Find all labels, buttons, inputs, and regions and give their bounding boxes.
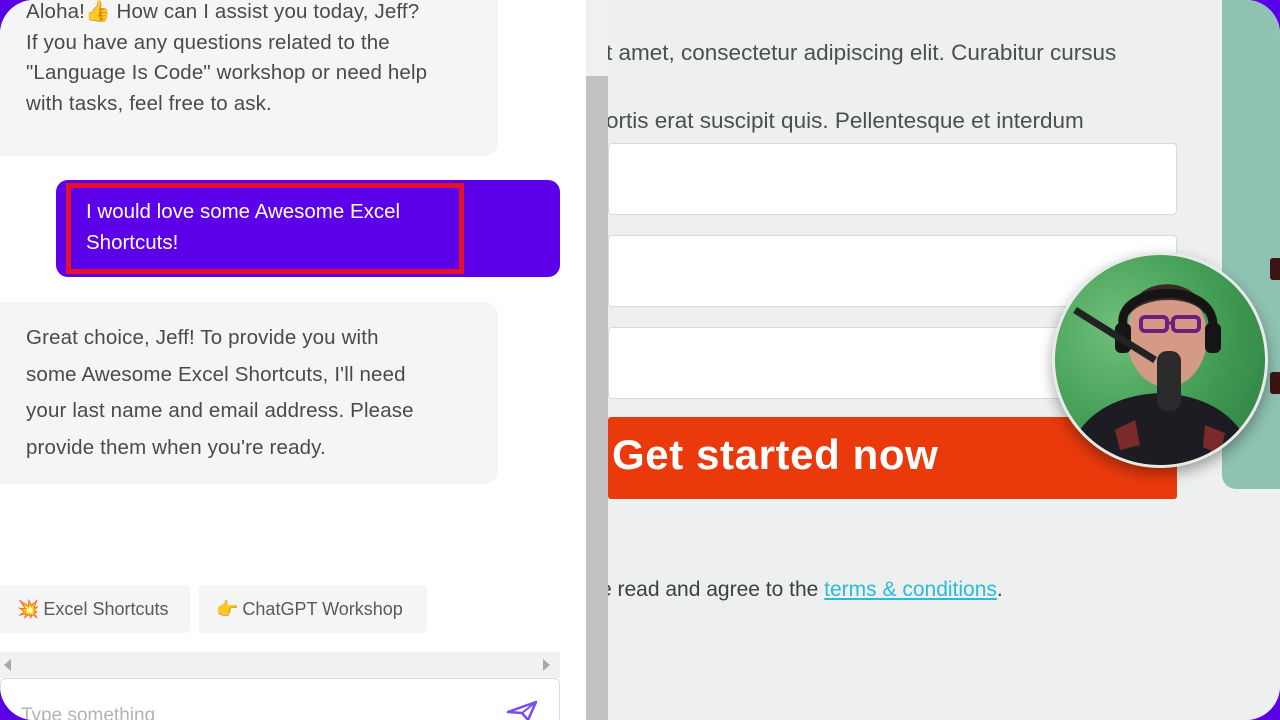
side-mark bbox=[1270, 372, 1280, 394]
scroll-left-icon[interactable] bbox=[4, 659, 11, 671]
message-input[interactable] bbox=[21, 703, 481, 720]
bot-message: Aloha!👍 How can I assist you today, Jeff… bbox=[0, 0, 498, 156]
quick-reply-chatgpt-workshop[interactable]: 👉 ChatGPT Workshop bbox=[199, 585, 427, 633]
presenter-video-icon bbox=[1065, 284, 1255, 465]
bot-message-line: some Awesome Excel Shortcuts, I'll need bbox=[26, 362, 406, 386]
terms-link[interactable]: terms & conditions bbox=[824, 578, 997, 601]
chat-panel: Aloha!👍 How can I assist you today, Jeff… bbox=[0, 0, 586, 720]
terms-suffix: . bbox=[996, 578, 1003, 601]
bot-message-line: your last name and email address. Please bbox=[26, 399, 414, 422]
pointing-hand-icon: 👉 bbox=[216, 599, 239, 619]
quick-reply-label: ChatGPT Workshop bbox=[242, 599, 403, 619]
screen-frame: t amet, consectetur adipiscing elit. Cur… bbox=[0, 0, 1280, 720]
scroll-right-icon[interactable] bbox=[543, 659, 550, 671]
collision-icon: 💥 bbox=[17, 599, 40, 619]
vertical-scrollbar-thumb[interactable] bbox=[586, 76, 608, 720]
form-field-1[interactable] bbox=[608, 143, 1177, 215]
intro-line-1: t amet, consectetur adipiscing elit. Cur… bbox=[606, 40, 1117, 65]
horizontal-scrollbar[interactable] bbox=[0, 652, 560, 678]
terms-prefix: e read and agree to the bbox=[600, 578, 825, 601]
bot-message: Great choice, Jeff! To provide you with … bbox=[0, 302, 498, 484]
message-input-box bbox=[0, 678, 560, 720]
send-icon[interactable] bbox=[506, 700, 538, 720]
user-message-text: I would love some Awesome Excel Shortcut… bbox=[86, 200, 401, 254]
webcam-overlay bbox=[1052, 252, 1268, 468]
quick-reply-label: Excel Shortcuts bbox=[43, 599, 169, 619]
bot-message-line: provide them when you're ready. bbox=[26, 435, 326, 459]
intro-line-2: ortis erat suscipit quis. Pellentesque e… bbox=[606, 108, 1084, 133]
terms-text: e read and agree to the terms & conditio… bbox=[600, 578, 1003, 602]
get-started-label: Get started now bbox=[612, 431, 939, 478]
bot-message-line: Great choice, Jeff! To provide you with bbox=[26, 326, 379, 349]
quick-reply-excel-shortcuts[interactable]: 💥 Excel Shortcuts bbox=[0, 585, 190, 633]
side-mark bbox=[1270, 258, 1280, 280]
